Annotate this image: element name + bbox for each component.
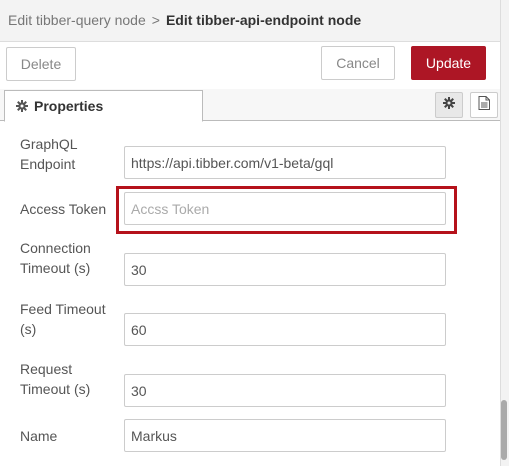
scrollbar-thumb[interactable]	[501, 400, 507, 460]
connection-timeout-input[interactable]	[124, 253, 446, 286]
properties-form: GraphQL Endpoint Access Token Connection…	[0, 122, 500, 466]
cancel-button[interactable]: Cancel	[321, 46, 395, 80]
request-timeout-input[interactable]	[124, 374, 446, 407]
endpoint-label: GraphQL Endpoint	[20, 134, 120, 174]
access-token-label: Access Token	[20, 201, 107, 217]
connection-timeout-label-line1: Connection	[20, 240, 91, 256]
dialog-header: Edit tibber-query node > Edit tibber-api-e…	[0, 0, 500, 42]
edit-dialog: Edit tibber-query node > Edit tibber-api-e…	[0, 0, 509, 466]
access-token-input[interactable]	[124, 192, 446, 225]
name-label: Name	[20, 428, 58, 444]
right-edge-strip	[500, 0, 509, 466]
update-button[interactable]: Update	[411, 46, 486, 80]
endpoint-label-line2: Endpoint	[20, 156, 76, 172]
name-input[interactable]	[124, 419, 446, 452]
tab-bar: Properties	[0, 89, 500, 122]
request-timeout-label-line1: Request	[20, 361, 73, 377]
breadcrumb-current: Edit tibber-api-endpoint node	[165, 12, 362, 28]
tab-properties-label: Properties	[34, 98, 104, 114]
feed-timeout-label-line2: (s)	[20, 321, 37, 337]
feed-timeout-label-line1: Feed Timeout	[20, 301, 106, 317]
breadcrumb-separator: >	[151, 12, 160, 28]
gear-icon	[443, 96, 455, 114]
breadcrumb: Edit tibber-query node > Edit tibber-api-e…	[8, 12, 361, 28]
delete-button[interactable]: Delete	[6, 47, 76, 81]
endpoint-input[interactable]	[124, 146, 446, 179]
request-timeout-label: Request Timeout (s)	[20, 359, 120, 399]
tab-properties[interactable]: Properties	[4, 90, 203, 122]
description-tab-button[interactable]	[470, 92, 498, 118]
feed-timeout-input[interactable]	[124, 313, 446, 346]
document-icon	[478, 95, 490, 115]
connection-timeout-label-line2: Timeout (s)	[20, 260, 91, 276]
endpoint-label-line1: GraphQL	[20, 136, 78, 152]
breadcrumb-parent[interactable]: Edit tibber-query node	[8, 12, 146, 28]
feed-timeout-label: Feed Timeout (s)	[20, 299, 120, 339]
connection-timeout-label: Connection Timeout (s)	[20, 238, 120, 278]
request-timeout-label-line2: Timeout (s)	[20, 381, 91, 397]
settings-tab-button[interactable]	[435, 92, 463, 118]
gear-icon	[15, 99, 29, 113]
